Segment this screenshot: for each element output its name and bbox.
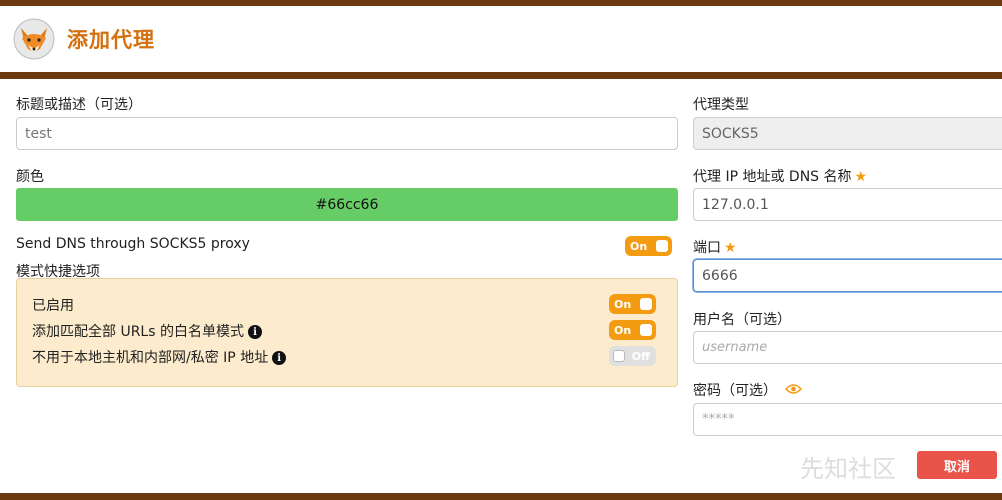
pass-label-wrap: 密码（可选） bbox=[693, 380, 803, 400]
color-label: 颜色 bbox=[16, 169, 44, 185]
watermark: 先知社区 bbox=[800, 455, 896, 483]
local-label: 不用于本地主机和内部网/私密 IP 地址 bbox=[32, 350, 269, 366]
bottom-border bbox=[0, 493, 1002, 500]
host-label: 代理 IP 地址或 DNS 名称 bbox=[693, 169, 852, 185]
star-icon: ★ bbox=[724, 240, 737, 256]
username-input[interactable]: username bbox=[693, 331, 1002, 364]
enabled-toggle-text: On bbox=[614, 297, 632, 311]
host-label-wrap: 代理 IP 地址或 DNS 名称 ★ bbox=[693, 166, 867, 186]
header-bar: 添加代理 bbox=[0, 6, 1002, 72]
local-toggle[interactable]: Off bbox=[609, 346, 656, 366]
password-input[interactable]: ***** bbox=[693, 403, 1002, 436]
whitelist-option: 添加匹配全部 URLs 的白名单模式 i bbox=[32, 321, 262, 341]
enabled-label: 已启用 bbox=[32, 298, 74, 314]
cancel-button[interactable]: 取消 bbox=[917, 451, 997, 479]
pass-label: 密码（可选） bbox=[693, 383, 777, 399]
dns-toggle[interactable]: On bbox=[625, 236, 672, 256]
quick-options-box: 已启用 On 添加匹配全部 URLs 的白名单模式 i On 不用于本地主机和内部… bbox=[16, 278, 678, 387]
whitelist-toggle-text: On bbox=[614, 323, 632, 337]
title-input[interactable]: test bbox=[16, 117, 678, 150]
port-input[interactable]: 6666 bbox=[693, 259, 1002, 292]
color-picker[interactable]: #66cc66 bbox=[16, 188, 678, 221]
info-icon[interactable]: i bbox=[272, 351, 287, 365]
whitelist-label: 添加匹配全部 URLs 的白名单模式 bbox=[32, 324, 244, 340]
dns-label: Send DNS through SOCKS5 proxy bbox=[16, 236, 250, 252]
user-label: 用户名（可选） bbox=[693, 312, 791, 328]
dns-toggle-text: On bbox=[630, 239, 648, 253]
port-label: 端口 bbox=[693, 240, 721, 256]
enabled-toggle[interactable]: On bbox=[609, 294, 656, 314]
type-label: 代理类型 bbox=[693, 97, 749, 113]
port-label-wrap: 端口 ★ bbox=[693, 237, 737, 257]
fox-logo-icon bbox=[13, 18, 55, 60]
page-title: 添加代理 bbox=[67, 28, 155, 52]
whitelist-toggle[interactable]: On bbox=[609, 320, 656, 340]
local-option: 不用于本地主机和内部网/私密 IP 地址 i bbox=[32, 347, 287, 367]
host-input[interactable]: 127.0.0.1 bbox=[693, 188, 1002, 221]
proxy-form: 标题或描述（可选） test 颜色 #66cc66 Send DNS throu… bbox=[0, 79, 1002, 493]
info-icon[interactable]: i bbox=[247, 325, 262, 339]
title-label: 标题或描述（可选） bbox=[16, 97, 142, 113]
star-icon: ★ bbox=[854, 169, 868, 185]
local-toggle-text: Off bbox=[631, 349, 650, 363]
proxy-type-select[interactable]: SOCKS5 bbox=[693, 117, 1002, 150]
eye-icon[interactable] bbox=[785, 383, 803, 399]
